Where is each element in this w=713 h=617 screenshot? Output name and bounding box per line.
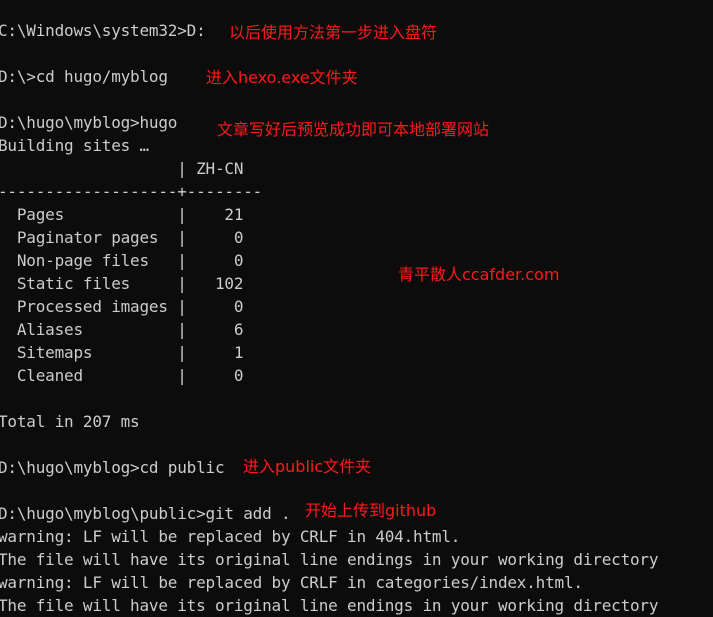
- annotation-watermark: 青平散人ccafder.com: [398, 265, 560, 284]
- prompt-line-drive: C:\Windows\system32>D:: [0, 21, 206, 40]
- table-row: Non-page files | 0: [0, 251, 244, 270]
- annotation-step4: 进入public文件夹: [243, 457, 372, 476]
- annotation-step5: 开始上传到github: [305, 501, 437, 520]
- table-row: Pages | 21: [0, 205, 244, 224]
- annotation-step2: 进入hexo.exe文件夹: [206, 68, 358, 87]
- table-row: Static files | 102: [0, 274, 244, 293]
- prompt-line-git-add: D:\hugo\myblog\public>git add .: [0, 504, 291, 523]
- table-row: Paginator pages | 0: [0, 228, 244, 247]
- table-row: Aliases | 6: [0, 320, 244, 339]
- table-row: Processed images | 0: [0, 297, 244, 316]
- prompt-line-hugo: D:\hugo\myblog>hugo: [0, 113, 178, 132]
- warning-detail-line: The file will have its original line end…: [0, 550, 659, 569]
- warning-detail-line: The file will have its original line end…: [0, 596, 659, 615]
- terminal-window[interactable]: C:\Windows\system32>D: D:\>cd hugo/myblo…: [0, 0, 713, 617]
- warning-line: warning: LF will be replaced by CRLF in …: [0, 527, 461, 546]
- annotation-step3: 文章写好后预览成功即可本地部署网站: [217, 120, 490, 139]
- warning-line: warning: LF will be replaced by CRLF in …: [0, 573, 583, 592]
- prompt-line-cd-public: D:\hugo\myblog>cd public: [0, 458, 225, 477]
- output-building-sites: Building sites …: [0, 136, 149, 155]
- table-divider: -------------------+--------: [0, 182, 263, 201]
- annotation-step1: 以后使用方法第一步进入盘符: [229, 23, 438, 42]
- prompt-line-cd-myblog: D:\>cd hugo/myblog: [0, 67, 168, 86]
- table-header: | ZH-CN: [0, 159, 244, 178]
- table-row: Sitemaps | 1: [0, 343, 244, 362]
- table-row: Cleaned | 0: [0, 366, 244, 385]
- output-total-time: Total in 207 ms: [0, 412, 140, 431]
